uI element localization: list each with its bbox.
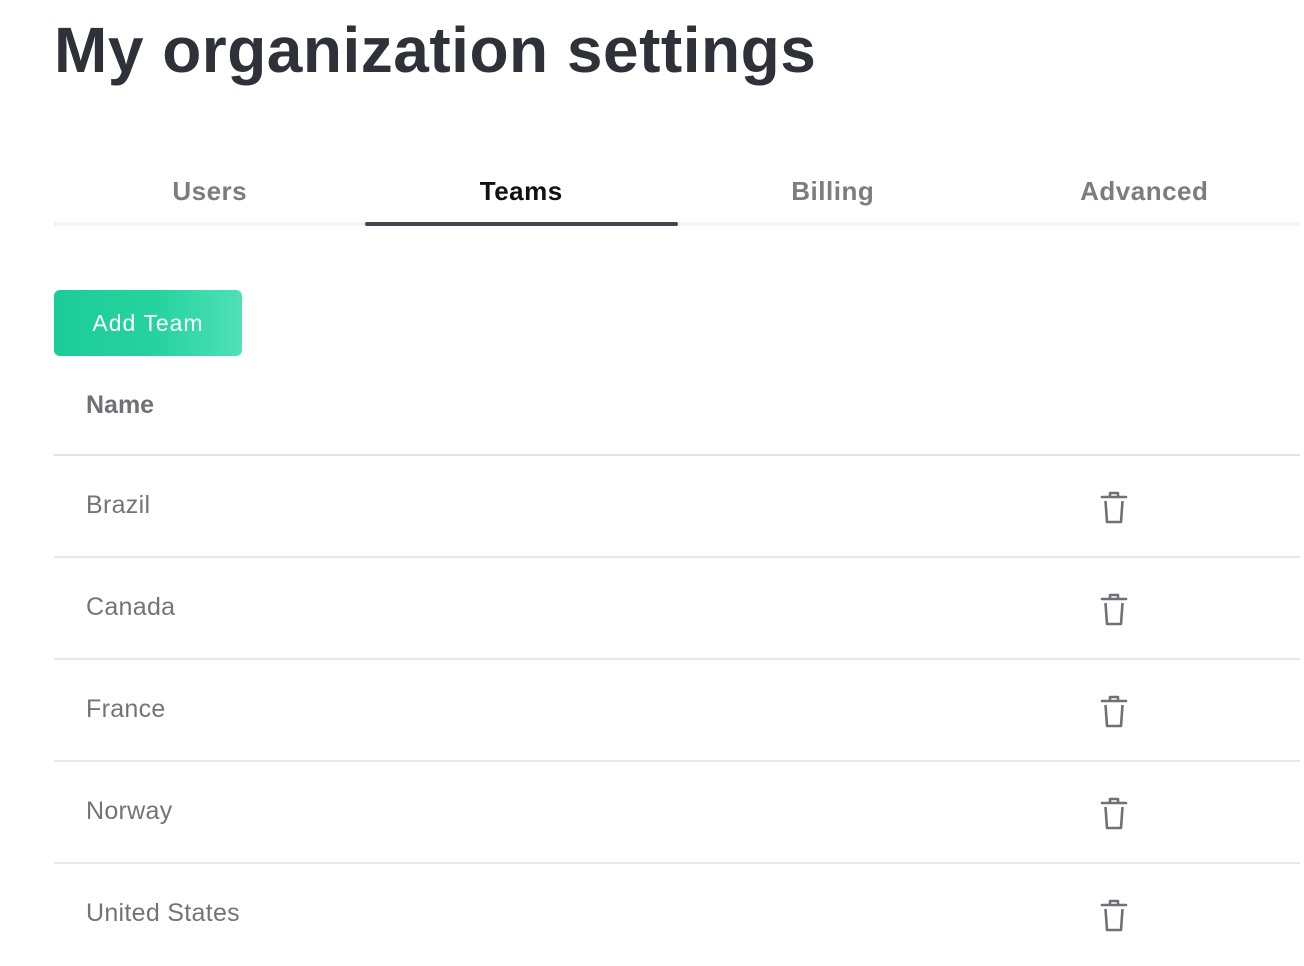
- add-team-button[interactable]: Add Team: [54, 290, 242, 356]
- trash-icon[interactable]: [1098, 898, 1130, 934]
- team-name[interactable]: Brazil: [86, 488, 150, 522]
- tab-teams[interactable]: Teams: [364, 164, 678, 226]
- settings-page: My organization settings Users Teams Bil…: [0, 0, 1304, 966]
- page-title: My organization settings: [54, 14, 817, 86]
- team-name[interactable]: Canada: [86, 590, 175, 624]
- trash-icon[interactable]: [1098, 592, 1130, 628]
- table-row: Canada: [54, 558, 1300, 660]
- team-name[interactable]: France: [86, 692, 166, 726]
- column-header-name[interactable]: Name: [86, 388, 154, 422]
- table-row: United States: [54, 864, 1300, 966]
- table-row: Norway: [54, 762, 1300, 864]
- trash-icon[interactable]: [1098, 694, 1130, 730]
- table-row: Brazil: [54, 456, 1300, 558]
- team-name[interactable]: United States: [86, 896, 240, 930]
- tab-billing[interactable]: Billing: [677, 164, 989, 222]
- teams-table: Name Brazil Canada France Norway United …: [54, 356, 1300, 966]
- tab-advanced[interactable]: Advanced: [989, 164, 1301, 222]
- trash-icon[interactable]: [1098, 490, 1130, 526]
- trash-icon[interactable]: [1098, 796, 1130, 832]
- tab-users[interactable]: Users: [54, 164, 366, 222]
- team-name[interactable]: Norway: [86, 794, 173, 828]
- table-header: Name: [54, 356, 1300, 456]
- table-row: France: [54, 660, 1300, 762]
- settings-tabs: Users Teams Billing Advanced: [54, 164, 1300, 226]
